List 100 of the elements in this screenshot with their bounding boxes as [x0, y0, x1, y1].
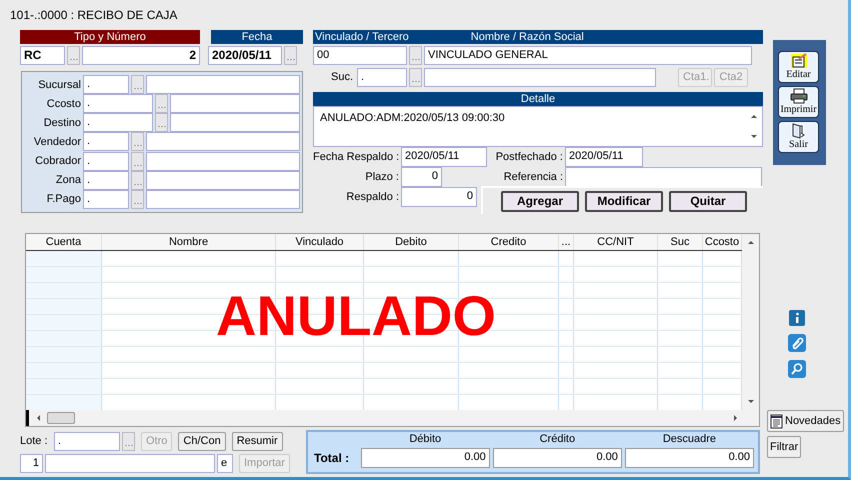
- type-field[interactable]: RC: [20, 46, 65, 64]
- field-label: Ccosto: [46, 98, 81, 110]
- name-field[interactable]: [170, 94, 300, 114]
- action-button[interactable]: Quitar: [669, 190, 747, 212]
- name-field[interactable]: [170, 113, 300, 132]
- field-label: Postfechado :: [494, 151, 564, 163]
- column-header[interactable]: Suc: [658, 234, 703, 250]
- side-button[interactable]: Novedades: [767, 410, 844, 432]
- lote-number-field[interactable]: 1: [20, 454, 43, 472]
- info-icon[interactable]: [789, 310, 805, 326]
- code-field[interactable]: .: [83, 113, 153, 132]
- window-title: 101-.:0000 : RECIBO DE CAJA: [9, 7, 178, 24]
- lookup-button[interactable]: [131, 75, 144, 94]
- lookup-button[interactable]: [155, 113, 168, 132]
- batch-button[interactable]: Resumir: [232, 432, 283, 450]
- toolbar-button[interactable]: Salir: [778, 121, 819, 153]
- scroll-thumb[interactable]: [47, 412, 75, 424]
- term-field[interactable]: 0: [401, 167, 442, 187]
- backup-field[interactable]: 0: [401, 187, 477, 207]
- reference-field[interactable]: [565, 167, 762, 187]
- lookup-button[interactable]: [67, 46, 80, 64]
- scrollbar[interactable]: [26, 410, 759, 426]
- ellipsis-icon: [158, 125, 166, 128]
- name-field[interactable]: [146, 132, 300, 152]
- total-header: Descuadre: [662, 433, 716, 447]
- name-field[interactable]: VINCULADO GENERAL: [424, 46, 752, 64]
- lookup-button[interactable]: [122, 432, 135, 450]
- code-field[interactable]: .: [83, 75, 129, 94]
- lookup-button[interactable]: [409, 68, 422, 86]
- scroll-down-icon[interactable]: [746, 399, 754, 405]
- ellipsis-icon: [412, 58, 420, 60]
- name-field[interactable]: [146, 190, 300, 209]
- void-label: ANULADO: [216, 286, 496, 346]
- scroll-left-icon[interactable]: [35, 414, 41, 422]
- document-icon: [770, 414, 783, 428]
- scroll-down-icon[interactable]: [750, 134, 758, 140]
- branch-name-field[interactable]: [424, 68, 656, 86]
- batch-button[interactable]: Ch/Con: [178, 432, 226, 450]
- section-header: Fecha: [211, 30, 303, 44]
- column-header[interactable]: Credito: [459, 234, 559, 250]
- lote-text-field[interactable]: [45, 454, 215, 472]
- total-field: 0.00: [360, 448, 490, 468]
- column-header[interactable]: CC/NIT: [574, 234, 658, 250]
- ellipsis-icon: [134, 164, 142, 167]
- toolbar-button[interactable]: Editar: [778, 51, 819, 83]
- scroll-up-icon[interactable]: [746, 239, 754, 245]
- branch-field[interactable]: .: [357, 68, 407, 86]
- action-button[interactable]: Agregar: [501, 190, 579, 212]
- ellipsis-icon: [134, 202, 142, 205]
- total-header: Crédito: [540, 433, 576, 447]
- date-field[interactable]: 2020/05/11: [565, 147, 643, 167]
- lookup-button[interactable]: [155, 94, 168, 114]
- column-header[interactable]: Debito: [364, 234, 459, 250]
- search-icon[interactable]: [788, 360, 806, 378]
- total-field: 0.00: [492, 448, 622, 468]
- scroll-up-icon[interactable]: [750, 113, 758, 119]
- column-header[interactable]: Cuenta: [26, 234, 102, 250]
- field-label: Destino: [42, 116, 81, 129]
- date-field[interactable]: 2020/05/11: [401, 147, 487, 167]
- suffix-field[interactable]: e: [217, 454, 233, 472]
- action-button[interactable]: Modificar: [585, 190, 663, 212]
- lookup-button[interactable]: [131, 132, 144, 152]
- section-header: Detalle: [313, 92, 763, 106]
- number-field[interactable]: 2: [82, 46, 200, 64]
- header-label: Vinculado / Tercero: [315, 30, 409, 44]
- scroll-right-icon[interactable]: [733, 414, 739, 422]
- code-field[interactable]: 00: [313, 46, 407, 64]
- column-header[interactable]: Vinculado: [276, 234, 364, 250]
- lookup-button[interactable]: [409, 46, 422, 64]
- header-label: Nombre / Razón Social: [470, 30, 584, 44]
- toolbar-button[interactable]: Imprimir: [778, 86, 819, 118]
- lote-field[interactable]: .: [54, 432, 120, 450]
- field-label: Vendedor: [32, 136, 81, 148]
- column-header[interactable]: Nombre: [102, 234, 276, 250]
- lookup-button[interactable]: [131, 170, 144, 190]
- lookup-button[interactable]: [131, 152, 144, 171]
- field-label: Lote :: [20, 435, 49, 447]
- name-field[interactable]: [146, 170, 300, 190]
- field-label: Cobrador: [34, 155, 81, 168]
- ellipsis-icon: [412, 80, 420, 82]
- detail-textarea[interactable]: ANULADO:ADM:2020/05/13 09:00:30: [313, 106, 763, 147]
- side-button[interactable]: Filtrar: [767, 436, 802, 458]
- name-field[interactable]: [146, 152, 300, 171]
- scrollbar[interactable]: [742, 234, 759, 410]
- column-header[interactable]: ...: [559, 234, 574, 250]
- name-field[interactable]: [146, 75, 300, 94]
- ellipsis-icon: [134, 87, 142, 90]
- code-field[interactable]: .: [83, 190, 129, 209]
- code-field[interactable]: .: [83, 132, 129, 152]
- code-field[interactable]: .: [83, 152, 129, 171]
- ellipsis-icon: [158, 106, 166, 110]
- ellipsis-icon: [134, 144, 142, 148]
- date-field[interactable]: 2020/05/11: [208, 46, 282, 64]
- code-field[interactable]: .: [83, 94, 153, 114]
- field-label: Suc.: [330, 71, 354, 83]
- code-field[interactable]: .: [83, 170, 129, 190]
- lookup-button[interactable]: [284, 46, 297, 64]
- ellipsis-icon: [124, 444, 132, 446]
- lookup-button[interactable]: [131, 190, 144, 209]
- paperclip-icon[interactable]: [788, 334, 806, 352]
